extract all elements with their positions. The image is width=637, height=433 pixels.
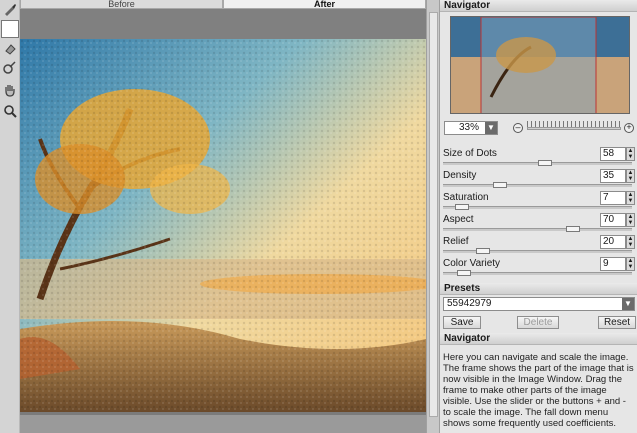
spin-arrows-icon[interactable]: ▲ ▼ (626, 191, 635, 205)
presets-row: 55942979 ▼ (440, 296, 637, 312)
spin-arrows-icon[interactable]: ▲ ▼ (626, 235, 635, 249)
param-color-variety: Color Variety 9 ▲ ▼ (440, 256, 637, 278)
horizontal-scrollbar[interactable] (20, 415, 426, 433)
param-label: Relief (443, 236, 469, 247)
param-saturation: Saturation 7 ▲ ▼ (440, 190, 637, 212)
param-slider-thumb[interactable] (493, 182, 507, 188)
param-slider-track[interactable] (443, 228, 632, 231)
param-slider-thumb[interactable] (476, 248, 490, 254)
vertical-scrollbar[interactable] (426, 0, 440, 433)
zoom-slider[interactable] (527, 127, 621, 130)
param-value-field[interactable]: 35 (600, 169, 626, 183)
tab-before[interactable]: Before (20, 0, 223, 9)
view-tabs: Before After (20, 0, 426, 9)
app-window: Before After Navigator 33% ▼ – + Size of… (0, 0, 637, 433)
tab-after[interactable]: After (223, 0, 426, 9)
presets-header: Presets (440, 283, 637, 295)
param-slider-thumb[interactable] (455, 204, 469, 210)
param-slider-track[interactable] (443, 272, 632, 275)
reset-button[interactable]: Reset (598, 316, 636, 329)
brush-icon[interactable] (2, 1, 18, 17)
spin-arrows-icon[interactable]: ▲ ▼ (626, 169, 635, 183)
help-text: Here you can navigate and scale the imag… (443, 352, 634, 429)
param-slider-thumb[interactable] (457, 270, 471, 276)
hand-icon[interactable] (2, 82, 18, 98)
zoom-icon[interactable] (2, 103, 18, 119)
param-slider-track[interactable] (443, 250, 632, 253)
param-value-field[interactable]: 58 (600, 147, 626, 161)
param-value-field[interactable]: 20 (600, 235, 626, 249)
param-slider-track[interactable] (443, 184, 632, 187)
spin-arrows-icon[interactable]: ▲ ▼ (626, 147, 635, 161)
param-label: Density (443, 170, 477, 181)
param-value-field[interactable]: 70 (600, 213, 626, 227)
presets-select[interactable]: 55942979 ▼ (443, 297, 635, 311)
param-label: Size of Dots (443, 148, 497, 159)
param-slider-track[interactable] (443, 206, 632, 209)
param-aspect: Aspect 70 ▲ ▼ (440, 212, 637, 234)
save-button[interactable]: Save (443, 316, 481, 329)
zoom-select[interactable]: 33% ▼ (444, 121, 498, 135)
zoom-out-button[interactable]: – (513, 123, 523, 133)
zoom-value: 33% (458, 122, 479, 133)
zoom-in-button[interactable]: + (624, 123, 634, 133)
param-slider-thumb[interactable] (538, 160, 552, 166)
delete-button[interactable]: Delete (517, 316, 559, 329)
navigator-header: Navigator (440, 0, 637, 12)
param-label: Saturation (443, 192, 489, 203)
history-brush-icon[interactable] (2, 60, 18, 76)
canvas-background (20, 9, 426, 39)
chevron-down-icon[interactable]: ▼ (485, 122, 497, 134)
scrollbar-thumb[interactable] (429, 12, 438, 417)
chevron-down-icon[interactable]: ▼ (622, 298, 634, 310)
param-value-field[interactable]: 9 (600, 257, 626, 271)
navigator-thumbnail[interactable] (450, 16, 630, 114)
help-header: Navigator (440, 333, 637, 345)
eraser-icon[interactable] (2, 41, 18, 57)
param-label: Color Variety (443, 258, 501, 269)
param-relief: Relief 20 ▲ ▼ (440, 234, 637, 256)
zoom-controls: 33% ▼ – + (440, 120, 637, 136)
param-value-field[interactable]: 7 (600, 191, 626, 205)
painted-image[interactable] (20, 39, 426, 412)
preset-value: 55942979 (447, 298, 492, 309)
spin-arrows-icon[interactable]: ▲ ▼ (626, 213, 635, 227)
param-label: Aspect (443, 214, 474, 225)
param-size-of-dots: Size of Dots 58 ▲ ▼ (440, 146, 637, 168)
param-density: Density 35 ▲ ▼ (440, 168, 637, 190)
color-swatch-icon[interactable] (1, 20, 19, 38)
toolbar (0, 0, 20, 433)
spin-arrows-icon[interactable]: ▲ ▼ (626, 257, 635, 271)
param-slider-thumb[interactable] (566, 226, 580, 232)
settings-panel: Navigator 33% ▼ – + Size of Dots 58 ▲ ▼ … (440, 0, 637, 433)
image-window[interactable] (20, 9, 426, 433)
